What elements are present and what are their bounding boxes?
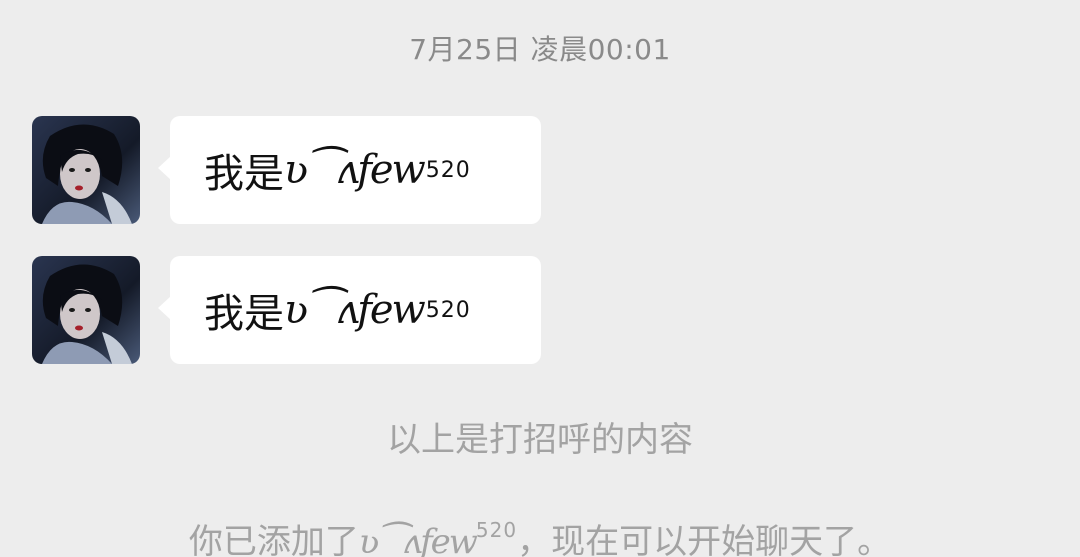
contact-avatar[interactable] [32,256,140,364]
chat-screen: 7月25日 凌晨00:01 我是 ʋ⁀ʌfew 520 我是 ʋ⁀ʌfew 52… [0,0,1080,557]
message-timestamp: 7月25日 凌晨00:01 [409,33,671,66]
avatar-photo-icon [32,256,140,364]
contact-name-superscript: 520 [425,297,471,323]
message-row: 我是 ʋ⁀ʌfew 520 [32,256,572,364]
message-bubble[interactable]: 我是 ʋ⁀ʌfew 520 [158,256,541,364]
added-note-prefix: 你已添加了 [188,522,359,557]
added-note-suffix: ，现在可以开始聊天了。 [517,522,892,557]
message-prefix: 我是 [204,291,284,337]
message-prefix: 我是 [204,151,284,197]
friend-added-system-note: 你已添加了ʋ⁀ʌfew520，现在可以开始聊天了。 [0,514,1080,557]
greeting-system-note: 以上是打招呼的内容 [387,420,693,460]
message-row: 我是 ʋ⁀ʌfew 520 [32,116,572,224]
message-bubble[interactable]: 我是 ʋ⁀ʌfew 520 [158,116,541,224]
contact-name-superscript: 520 [425,157,471,183]
contact-name-art: ʋ⁀ʌfew [284,147,426,193]
avatar-photo-icon [32,116,140,224]
added-note-name: ʋ⁀ʌfew [358,522,478,557]
contact-name-art: ʋ⁀ʌfew [284,287,426,333]
contact-avatar[interactable] [32,116,140,224]
added-note-superscript: 520 [475,518,518,542]
